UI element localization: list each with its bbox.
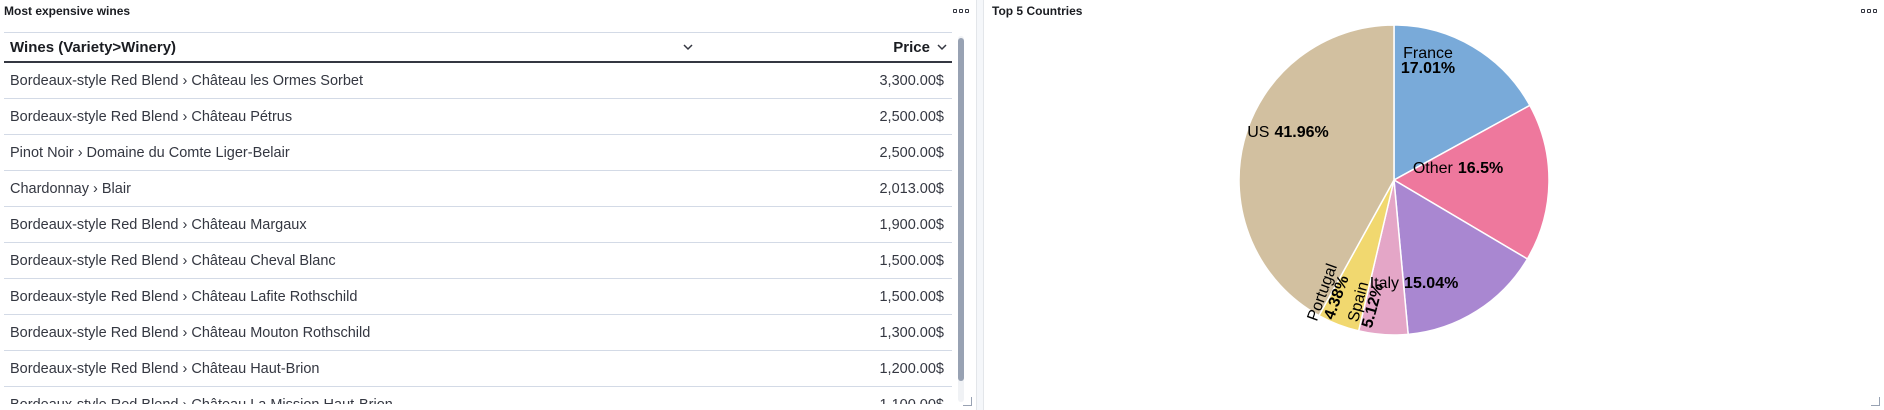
- wines-table: Wines (Variety>Winery) Price Bordeaux-st…: [4, 32, 952, 404]
- pie-label-other: Other 16.5%: [1413, 160, 1503, 177]
- panel-divider[interactable]: [976, 0, 984, 410]
- pie-label-us: US 41.96%: [1247, 124, 1329, 141]
- slice-percentage: 41.96%: [1274, 124, 1328, 141]
- table-row[interactable]: Bordeaux-style Red Blend › Château Pétru…: [4, 99, 952, 135]
- countries-panel: Top 5 Countries France 17.01% Other 16.5% It…: [984, 0, 1884, 410]
- wine-name-cell: Bordeaux-style Red Blend › Château Lafit…: [10, 288, 358, 305]
- chevron-down-icon[interactable]: [682, 41, 694, 53]
- column-header-wines-label: Wines (Variety>Winery): [10, 38, 177, 56]
- wine-name-cell: Bordeaux-style Red Blend › Château Haut-…: [10, 360, 320, 377]
- wine-name-cell: Bordeaux-style Red Blend › Château les O…: [10, 72, 364, 89]
- table-row[interactable]: Chardonnay › Blair 2,013.00$: [4, 171, 952, 207]
- table-body: Bordeaux-style Red Blend › Château les O…: [4, 63, 952, 404]
- slice-percentage: 16.5%: [1458, 160, 1503, 177]
- wine-name-cell: Pinot Noir › Domaine du Comte Liger-Bela…: [10, 144, 290, 161]
- table-row[interactable]: Bordeaux-style Red Blend › Château Haut-…: [4, 351, 952, 387]
- slice-percentage: 15.04%: [1404, 275, 1458, 292]
- table-row[interactable]: Bordeaux-style Red Blend › Château Lafit…: [4, 279, 952, 315]
- price-cell: 3,300.00$: [879, 72, 944, 89]
- price-cell: 1,300.00$: [879, 324, 944, 341]
- price-cell: 1,500.00$: [879, 288, 944, 305]
- price-cell: 2,500.00$: [879, 108, 944, 125]
- table-row[interactable]: Bordeaux-style Red Blend › Château les O…: [4, 63, 952, 99]
- price-cell: 1,500.00$: [879, 252, 944, 269]
- table-row[interactable]: Bordeaux-style Red Blend › Château Mouto…: [4, 315, 952, 351]
- pie-label-france: France 17.01%: [1401, 45, 1455, 77]
- slice-name: US: [1247, 124, 1269, 141]
- price-cell: 2,013.00$: [879, 180, 944, 197]
- wine-name-cell: Bordeaux-style Red Blend › Château Marga…: [10, 216, 307, 233]
- wine-name-cell: Chardonnay › Blair: [10, 180, 131, 197]
- table-scrollbar[interactable]: [956, 36, 966, 402]
- table-header: Wines (Variety>Winery) Price: [4, 32, 952, 63]
- price-cell: 2,500.00$: [879, 144, 944, 161]
- wine-name-cell: Bordeaux-style Red Blend › Château Mouto…: [10, 324, 371, 341]
- table-row[interactable]: Bordeaux-style Red Blend › Château La Mi…: [4, 387, 952, 405]
- price-cell: 1,100.00$: [704, 397, 952, 405]
- column-header-price[interactable]: Price: [708, 39, 952, 56]
- column-header-wines[interactable]: Wines (Variety>Winery): [4, 39, 708, 56]
- price-cell: 1,200.00$: [879, 360, 944, 377]
- wine-name-cell: Bordeaux-style Red Blend › Château Cheva…: [10, 252, 336, 269]
- slice-percentage: 17.01%: [1401, 60, 1455, 77]
- slice-name: Other: [1413, 160, 1454, 177]
- chevron-down-icon[interactable]: [936, 41, 948, 53]
- table-row[interactable]: Bordeaux-style Red Blend › Château Cheva…: [4, 243, 952, 279]
- column-header-price-label: Price: [893, 38, 930, 56]
- panel-title: Most expensive wines: [4, 4, 131, 18]
- scroll-thumb[interactable]: [958, 38, 964, 381]
- table-row[interactable]: Bordeaux-style Red Blend › Château Marga…: [4, 207, 952, 243]
- table-row[interactable]: Pinot Noir › Domaine du Comte Liger-Bela…: [4, 135, 952, 171]
- resize-corner-icon[interactable]: [963, 397, 972, 406]
- wine-name-cell: Bordeaux-style Red Blend › Château Pétru…: [10, 108, 293, 125]
- wines-panel: Most expensive wines Wines (Variety>Wine…: [0, 0, 976, 410]
- pie-chart: France 17.01%Other 16.5%Italy 15.04%Spain5.…: [1238, 24, 1550, 336]
- panel-options-menu-icon[interactable]: [950, 4, 972, 18]
- price-cell: 1,900.00$: [879, 216, 944, 233]
- wine-name-cell: Bordeaux-style Red Blend › Château La Mi…: [4, 397, 704, 405]
- resize-corner-icon[interactable]: [1871, 397, 1880, 406]
